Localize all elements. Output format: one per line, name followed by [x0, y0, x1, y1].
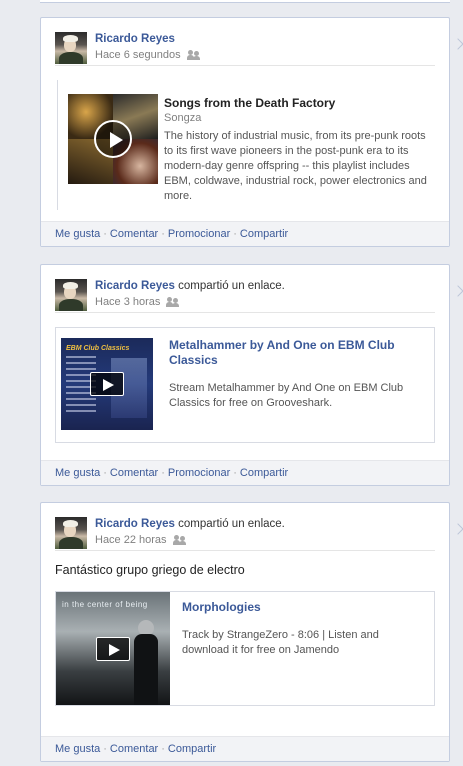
play-icon[interactable]: [96, 636, 130, 661]
cover-text: in the center of being: [62, 600, 148, 609]
play-icon[interactable]: [94, 120, 132, 158]
attachment-title[interactable]: Songs from the Death Factory: [164, 96, 435, 111]
avatar[interactable]: [55, 517, 87, 549]
album-cover-title: EBM Club Classics: [66, 345, 130, 352]
shared-link-text: compartió un enlace.: [178, 280, 285, 292]
attachment-description: The history of industrial music, from it…: [164, 130, 427, 202]
friends-audience-icon[interactable]: [186, 50, 201, 60]
promote-link[interactable]: Promocionar: [168, 467, 230, 479]
post-actions: Me gusta · Comentar · Compartir: [41, 736, 449, 761]
album-thumbnail[interactable]: EBM Club Classics: [61, 338, 153, 430]
timeline-connector: [452, 285, 463, 297]
play-icon[interactable]: [90, 372, 124, 396]
link-attachment[interactable]: in the center of being Morphologies Trac…: [55, 591, 435, 706]
share-link[interactable]: Compartir: [240, 467, 288, 479]
track-thumbnail[interactable]: in the center of being: [56, 592, 170, 705]
previous-post-edge: [40, 0, 450, 3]
share-link[interactable]: Compartir: [240, 228, 288, 240]
feed-post-3: Ricardo Reyes compartió un enlace. Hace …: [40, 502, 463, 762]
avatar[interactable]: [55, 32, 87, 64]
promote-link[interactable]: Promocionar: [168, 228, 230, 240]
post-header: Ricardo Reyes Hace 6 segundos: [55, 32, 435, 66]
link-attachment[interactable]: EBM Club Classics Metalhammer by And One…: [55, 327, 435, 443]
post-timestamp[interactable]: Hace 6 segundos: [95, 49, 181, 61]
post-actions: Me gusta · Comentar · Promocionar · Compartir: [41, 221, 449, 246]
post-timestamp[interactable]: Hace 3 horas: [95, 296, 160, 308]
post-header: Ricardo Reyes compartió un enlace. Hace …: [55, 279, 435, 313]
post-actions: Me gusta · Comentar · Promocionar · Compartir: [41, 460, 449, 485]
attachment-source[interactable]: Songza: [164, 112, 435, 124]
music-attachment[interactable]: Songs from the Death Factory Songza The …: [57, 80, 435, 210]
author-name[interactable]: Ricardo Reyes: [95, 280, 175, 292]
attachment-title[interactable]: Morphologies: [182, 600, 422, 615]
like-link[interactable]: Me gusta: [55, 467, 100, 479]
avatar[interactable]: [55, 279, 87, 311]
friends-audience-icon[interactable]: [166, 297, 180, 307]
comment-link[interactable]: Comentar: [110, 743, 158, 755]
like-link[interactable]: Me gusta: [55, 743, 100, 755]
share-link[interactable]: Compartir: [168, 743, 216, 755]
comment-link[interactable]: Comentar: [110, 228, 158, 240]
attachment-description: Track by StrangeZero - 8:06 | Listen and…: [182, 629, 379, 656]
timeline-connector: [452, 38, 463, 50]
post-timestamp[interactable]: Hace 22 horas: [95, 534, 167, 546]
author-name[interactable]: Ricardo Reyes: [95, 518, 175, 530]
timeline-connector: [452, 523, 463, 535]
author-name[interactable]: Ricardo Reyes: [95, 33, 175, 45]
attachment-title[interactable]: Metalhammer by And One on EBM Club Class…: [169, 338, 409, 368]
shared-link-text: compartió un enlace.: [178, 518, 285, 530]
post-header: Ricardo Reyes compartió un enlace. Hace …: [55, 517, 435, 551]
like-link[interactable]: Me gusta: [55, 228, 100, 240]
comment-link[interactable]: Comentar: [110, 467, 158, 479]
attachment-description: Stream Metalhammer by And One on EBM Clu…: [169, 382, 404, 409]
playlist-thumbnail[interactable]: [68, 94, 158, 184]
feed-post-2: Ricardo Reyes compartió un enlace. Hace …: [40, 264, 463, 486]
post-message: Fantástico grupo griego de electro: [55, 563, 245, 577]
friends-audience-icon[interactable]: [172, 535, 187, 545]
feed-post-1: Ricardo Reyes Hace 6 segundos Songs from…: [40, 17, 463, 247]
